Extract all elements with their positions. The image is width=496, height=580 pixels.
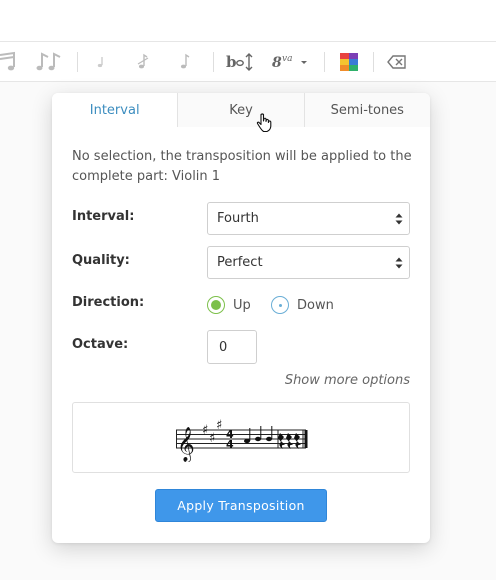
toolbar-separator [77,52,78,72]
radio-checked-icon [207,296,225,314]
tab-interval[interactable]: Interval [52,93,179,127]
svg-text:va: va [282,54,292,64]
toolbar: b 8 va [0,42,496,82]
svg-text:♯: ♯ [209,431,215,446]
select-arrows-icon [395,213,403,225]
octave-input[interactable]: 0 [207,330,257,364]
toolbar-separator [324,52,325,72]
svg-text:♯: ♯ [202,423,208,438]
sixteenth-note-icon[interactable] [0,50,18,74]
quality-select[interactable]: Perfect [207,246,410,279]
direction-label: Direction: [72,295,145,310]
hand-cursor-icon [256,113,272,133]
radio-unchecked-icon [271,296,289,314]
score-preview: 𝄞 ♯ ♯ ♯ 4 4 [72,402,410,473]
tab-bar: Interval Key Semi-tones [52,93,430,127]
interval-select[interactable]: Fourth [207,202,410,235]
svg-text:8: 8 [272,55,282,71]
show-more-options-link[interactable]: Show more options [285,373,410,388]
selection-info-text: No selection, the transposition will be … [72,149,412,184]
ottava-dropdown[interactable]: 8 va [270,50,312,74]
direction-up-label: Up [233,297,251,313]
svg-text:♯: ♯ [216,418,222,433]
beamed-sixteenth-icon[interactable] [34,50,64,74]
appoggiatura-icon[interactable] [176,50,194,74]
color-icon[interactable] [338,50,360,74]
svg-text:𝄞: 𝄞 [177,427,195,462]
svg-text:b: b [226,53,237,71]
toolbar-separator [373,52,374,72]
interval-label: Interval: [72,209,135,224]
toolbar-separator [213,52,214,72]
grace-note-icon[interactable] [94,50,108,74]
direction-down-label: Down [297,297,334,313]
top-strip [0,0,496,42]
quality-label: Quality: [72,253,130,268]
svg-text:4: 4 [226,438,234,451]
delete-icon[interactable] [386,50,408,74]
direction-up-radio[interactable]: Up [207,296,251,314]
octave-label: Octave: [72,337,129,352]
interval-select-value: Fourth [217,211,259,226]
quality-select-value: Perfect [217,255,263,270]
select-arrows-icon [395,257,403,269]
transpose-icon[interactable]: b [226,50,254,74]
transpose-popover: Interval Key Semi-tones No selection, th… [52,93,430,543]
tab-key[interactable]: Key [178,93,305,127]
direction-down-radio[interactable]: Down [271,296,334,314]
tab-semi-tones[interactable]: Semi-tones [304,93,430,127]
apply-transposition-button[interactable]: Apply Transposition [155,489,327,522]
acciaccatura-icon[interactable] [134,50,152,74]
transposed-staff-preview: 𝄞 ♯ ♯ ♯ 4 4 [176,418,308,462]
